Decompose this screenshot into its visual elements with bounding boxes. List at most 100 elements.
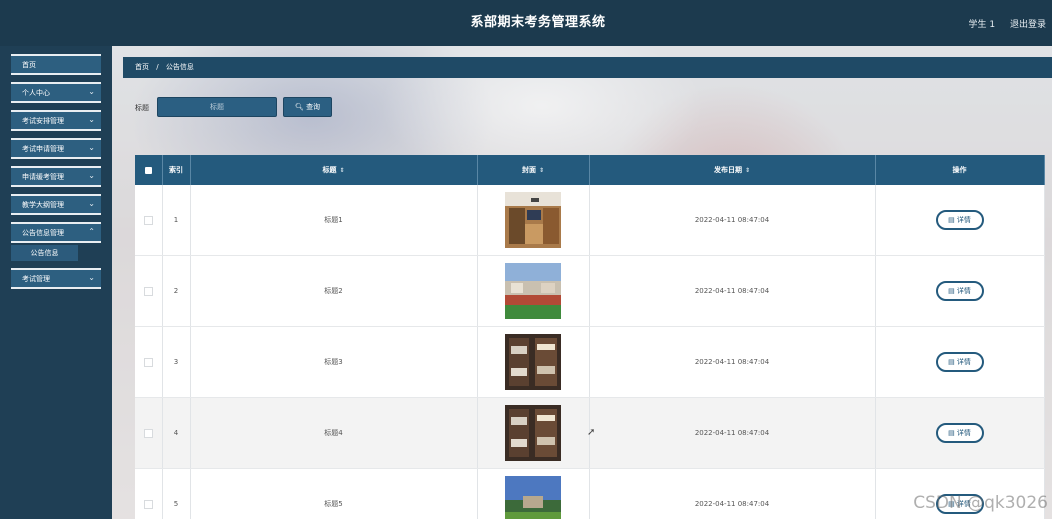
breadcrumb: 首页 / 公告信息 bbox=[123, 57, 1052, 78]
chevron-down-icon: ⌄ bbox=[88, 87, 95, 96]
column-header-label: 封面 bbox=[521, 166, 536, 174]
row-checkbox[interactable] bbox=[143, 286, 153, 296]
cover-cell bbox=[477, 326, 590, 398]
search-button-label: 查询 bbox=[306, 103, 321, 111]
row-select-cell bbox=[135, 397, 163, 469]
chevron-down-icon: ⌄ bbox=[88, 115, 95, 124]
cover-image-bunk-beds[interactable] bbox=[505, 405, 561, 461]
detail-button[interactable]: ▤ 详情 bbox=[935, 281, 984, 301]
index-cell: 3 bbox=[162, 326, 191, 398]
document-icon: ▤ bbox=[948, 358, 955, 366]
logout-link[interactable]: 退出登录 bbox=[1010, 20, 1046, 30]
row-checkbox[interactable] bbox=[143, 428, 153, 438]
row-select-cell bbox=[135, 468, 163, 519]
cover-cell bbox=[477, 468, 590, 519]
row-select-cell bbox=[135, 255, 163, 327]
sidebar-item-label: 申请缓考管理 bbox=[22, 173, 64, 181]
chevron-down-icon: ⌄ bbox=[88, 199, 95, 208]
actions-cell: ▤ 详情 bbox=[875, 185, 1045, 256]
date-cell: 2022-04-11 08:47:04 bbox=[589, 185, 876, 256]
detail-button[interactable]: ▤ 详情 bbox=[935, 210, 984, 230]
row-checkbox[interactable] bbox=[143, 357, 153, 367]
sidebar-item-label: 个人中心 bbox=[22, 89, 50, 97]
date-cell: 2022-04-11 08:47:04 bbox=[589, 468, 876, 519]
sidebar-item-label: 考试管理 bbox=[22, 275, 50, 283]
detail-button-label: 详情 bbox=[956, 429, 971, 437]
sidebar-item-label: 公告信息管理 bbox=[22, 229, 64, 237]
breadcrumb-separator: / bbox=[156, 63, 159, 71]
column-header-title[interactable]: 标题 ⇕ bbox=[190, 155, 478, 185]
announcement-table: 索引 标题 ⇕ 封面 ⇕ 发布日期 ⇕ 操作 1 标题1 2022-04-11 … bbox=[135, 155, 1045, 519]
table-row: 1 标题1 2022-04-11 08:47:04 ▤ 详情 bbox=[135, 185, 1045, 256]
sidebar-item-home[interactable]: 首页 bbox=[11, 54, 101, 75]
table-row: 2 标题2 2022-04-11 08:47:04 ▤ 详情 bbox=[135, 255, 1045, 327]
sort-icon: ⇕ bbox=[538, 167, 545, 174]
index-cell: 5 bbox=[162, 468, 191, 519]
document-icon: ▤ bbox=[948, 216, 955, 224]
actions-cell: ▤ 详情 bbox=[875, 255, 1045, 327]
select-all-cell bbox=[135, 155, 163, 185]
detail-button-label: 详情 bbox=[956, 216, 971, 224]
row-checkbox[interactable] bbox=[143, 215, 153, 225]
column-header-label: 标题 bbox=[322, 166, 337, 174]
sidebar-item-syllabus[interactable]: 教学大纲管理 ⌄ bbox=[11, 194, 101, 215]
date-cell: 2022-04-11 08:47:04 bbox=[589, 397, 876, 469]
chevron-up-icon: ⌃ bbox=[88, 227, 95, 236]
chevron-down-icon: ⌄ bbox=[88, 143, 95, 152]
cover-cell bbox=[477, 185, 590, 256]
sort-icon: ⇕ bbox=[339, 167, 345, 174]
detail-button-label: 详情 bbox=[956, 287, 971, 295]
main-content: 首页 / 公告信息 标题 🔍︎ 查询 索引 标题⇕ 封面⇕ 发布日期⇕ 操作 bbox=[112, 46, 1052, 519]
index-cell: 2 bbox=[162, 255, 191, 327]
chevron-down-icon: ⌄ bbox=[88, 273, 95, 282]
detail-button[interactable]: ▤ 详情 bbox=[935, 423, 984, 443]
title-cell: 标题5 bbox=[190, 468, 478, 519]
table-row: 5 标题5 2022-04-11 08:47:04 ▤ 详情 bbox=[135, 468, 1045, 519]
sidebar-item-label: 考试申请管理 bbox=[22, 145, 64, 153]
sidebar-item-announcements[interactable]: 公告信息管理 ⌃ bbox=[11, 222, 101, 243]
row-select-cell bbox=[135, 185, 163, 256]
current-user: 学生 1 bbox=[968, 20, 996, 30]
sort-icon: ⇕ bbox=[744, 167, 751, 174]
select-all-checkbox[interactable] bbox=[144, 166, 152, 174]
detail-button[interactable]: ▤ 详情 bbox=[935, 352, 984, 372]
document-icon: ▤ bbox=[948, 287, 955, 295]
watermark: CSDN @qk3026 bbox=[913, 493, 1048, 513]
document-icon: ▤ bbox=[948, 429, 955, 437]
title-cell: 标题2 bbox=[190, 255, 478, 327]
cover-cell bbox=[477, 397, 590, 469]
column-header-actions: 操作 bbox=[875, 155, 1045, 185]
column-header-index: 索引 bbox=[162, 155, 191, 185]
header-user-area: 学生 1 退出登录 bbox=[957, 17, 1046, 30]
sidebar-item-exam-management[interactable]: 考试管理 ⌄ bbox=[11, 268, 101, 289]
cover-image-sports-field[interactable] bbox=[505, 263, 561, 319]
sidebar-item-label: 考试安排管理 bbox=[22, 117, 64, 125]
actions-cell: ▤ 详情 bbox=[875, 397, 1045, 469]
column-header-label: 发布日期 bbox=[713, 166, 742, 174]
sidebar-item-personal-center[interactable]: 个人中心 ⌄ bbox=[11, 82, 101, 103]
column-header-cover[interactable]: 封面 ⇕ bbox=[477, 155, 590, 185]
search-button[interactable]: 🔍︎ 查询 bbox=[283, 97, 332, 117]
sidebar-item-exam-application[interactable]: 考试申请管理 ⌄ bbox=[11, 138, 101, 159]
sidebar: 首页 个人中心 ⌄ 考试安排管理 ⌄ 考试申请管理 ⌄ 申请缓考管理 ⌄ 教学大… bbox=[0, 46, 112, 519]
search-icon: 🔍︎ bbox=[294, 103, 304, 111]
title-cell: 标题3 bbox=[190, 326, 478, 398]
sidebar-subitem-announcement-info[interactable]: 公告信息 bbox=[11, 245, 78, 261]
sidebar-item-deferred-exam[interactable]: 申请缓考管理 ⌄ bbox=[11, 166, 101, 187]
chevron-down-icon: ⌄ bbox=[88, 171, 95, 180]
search-input[interactable] bbox=[157, 97, 277, 117]
date-cell: 2022-04-11 08:47:04 bbox=[589, 255, 876, 327]
row-checkbox[interactable] bbox=[143, 499, 153, 509]
cover-image-dormitory[interactable] bbox=[505, 192, 561, 248]
top-header: 系部期末考务管理系统 学生 1 退出登录 bbox=[0, 0, 1052, 46]
cover-image-campus-lawn[interactable] bbox=[505, 476, 561, 519]
app-title: 系部期末考务管理系统 bbox=[470, 15, 606, 30]
sidebar-item-label: 首页 bbox=[22, 61, 36, 69]
title-cell: 标题4 bbox=[190, 397, 478, 469]
index-cell: 4 bbox=[162, 397, 191, 469]
cover-image-bunk-beds[interactable] bbox=[505, 334, 561, 390]
detail-button-label: 详情 bbox=[956, 358, 971, 366]
breadcrumb-home[interactable]: 首页 bbox=[135, 63, 149, 71]
column-header-date[interactable]: 发布日期 ⇕ bbox=[589, 155, 876, 185]
sidebar-item-exam-schedule[interactable]: 考试安排管理 ⌄ bbox=[11, 110, 101, 131]
